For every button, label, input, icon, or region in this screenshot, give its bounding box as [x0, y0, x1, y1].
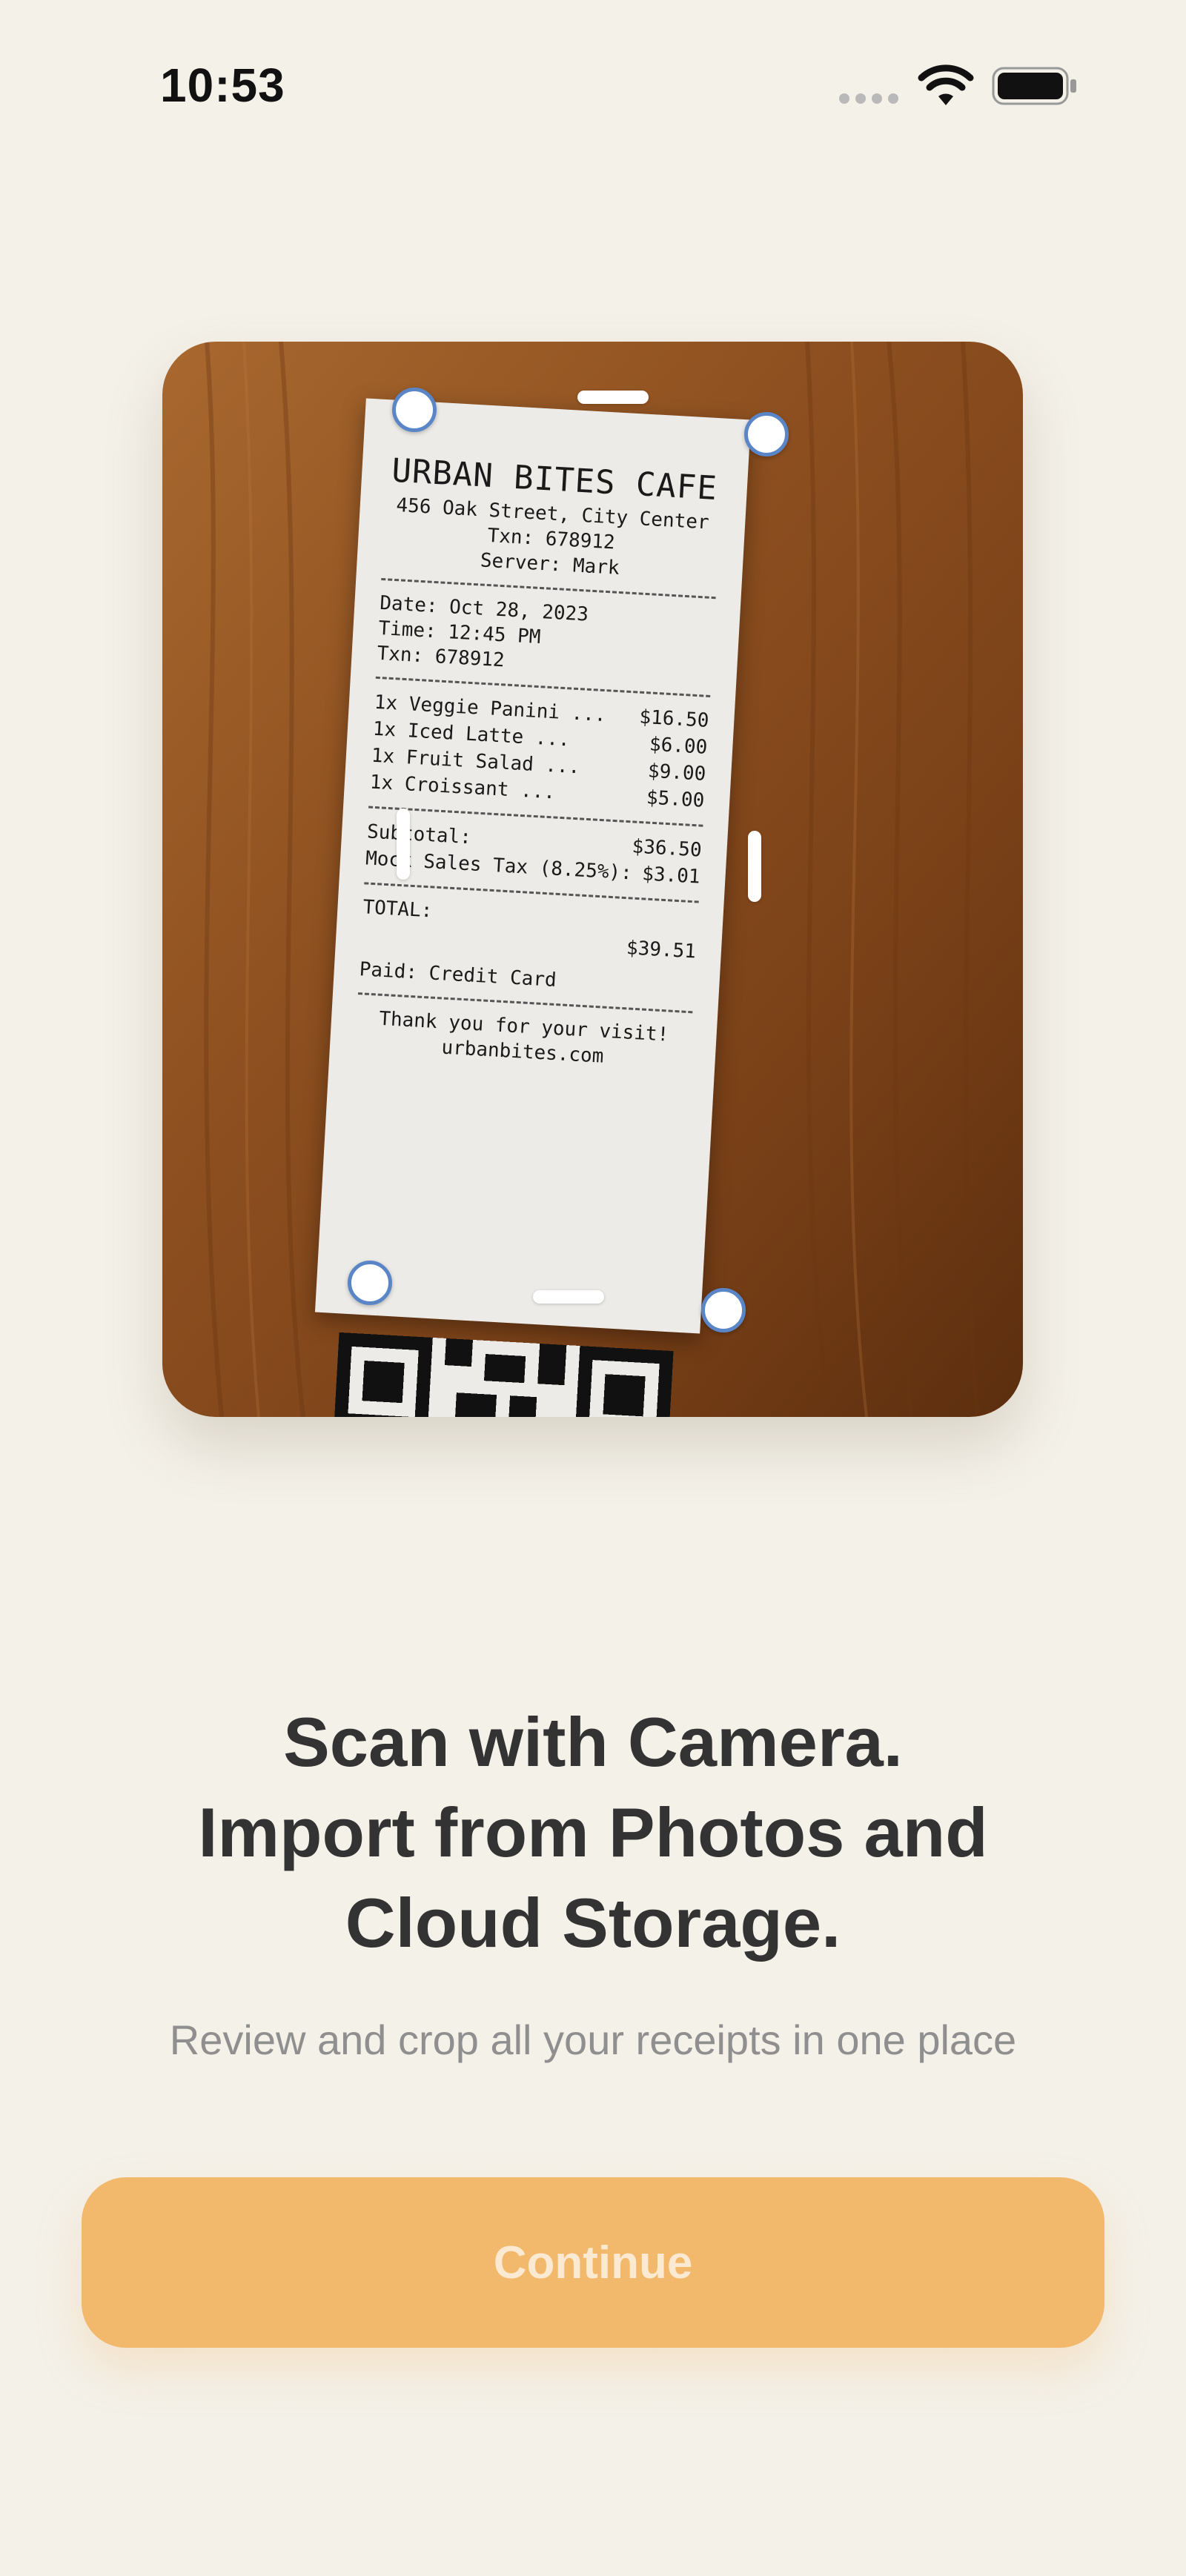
continue-button[interactable]: Continue — [82, 2177, 1104, 2348]
total-value: $39.51 — [626, 937, 697, 963]
status-time: 10:53 — [160, 59, 285, 112]
headline-line-1: Scan with Camera. — [283, 1703, 903, 1781]
receipt-paid: Paid: Credit Card — [359, 958, 557, 992]
item-price: $6.00 — [649, 733, 709, 759]
subtotal-value: $36.50 — [631, 835, 703, 862]
headline-line-2: Import from Photos and — [198, 1793, 988, 1871]
item-price: $16.50 — [638, 706, 710, 732]
wifi-icon — [918, 64, 974, 105]
item-price: $9.00 — [647, 760, 707, 786]
tax-value: $3.01 — [641, 863, 701, 889]
headline: Scan with Camera. Import from Photos and… — [0, 1697, 1186, 1968]
cellular-signal-icon — [839, 92, 900, 105]
item-price: $5.00 — [646, 786, 706, 812]
battery-icon — [992, 67, 1076, 105]
subtitle: Review and crop all your receipts in one… — [169, 2016, 1017, 2063]
qr-code — [320, 1332, 674, 1417]
headline-line-3: Cloud Storage. — [345, 1884, 841, 1962]
receipt: URBAN BITES CAFE 456 Oak Street, City Ce… — [314, 398, 752, 1417]
receipt-photo: URBAN BITES CAFE 456 Oak Street, City Ce… — [162, 342, 1023, 1417]
